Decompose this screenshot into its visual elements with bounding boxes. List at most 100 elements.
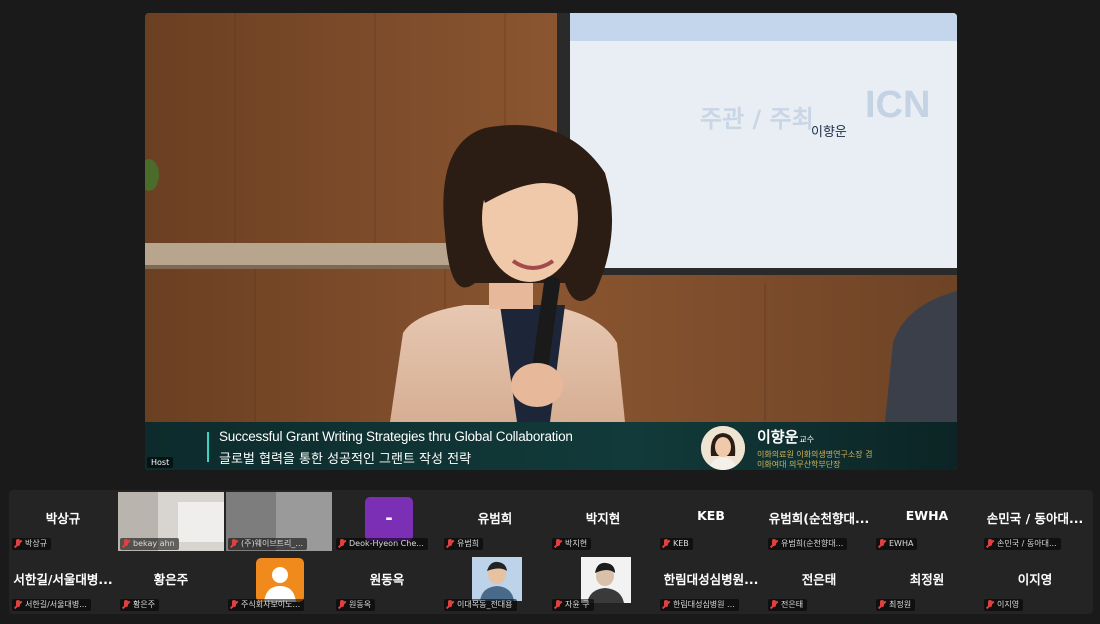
participant-display-name: KEB <box>697 508 725 523</box>
participant-display-name: 서한길/서울대병... <box>13 572 113 587</box>
svg-text:ICN: ICN <box>865 84 930 126</box>
mic-muted-icon <box>554 538 562 549</box>
mic-muted-icon <box>122 538 130 549</box>
participant-tile[interactable]: 최정원 최정원 <box>874 553 980 612</box>
active-speaker-video[interactable]: 주관 / 주최 ICN 이향운 Successful Grant Writing… <box>145 13 957 470</box>
participant-label-text: 주식회사보이노... <box>241 600 301 609</box>
mic-muted-icon <box>14 599 22 610</box>
mic-muted-icon <box>230 599 238 610</box>
participant-label-text: 원동옥 <box>349 600 372 609</box>
participant-label-text: 박지현 <box>565 539 588 548</box>
participant-label-text: 손민국 / 동아대... <box>997 539 1057 548</box>
participant-tile-video[interactable]: (주)웨이브트리_... <box>226 492 332 551</box>
participant-display-name: 한림대성심병원... <box>663 572 759 587</box>
mic-muted-icon <box>662 599 670 610</box>
participant-avatar-purple: - <box>365 497 413 541</box>
participant-name-label: 유범희(순천향대... <box>768 538 848 550</box>
participant-tile-video[interactable]: bekay ahn <box>118 492 224 551</box>
participant-name-label: 손민국 / 동아대... <box>984 538 1061 550</box>
participant-display-name: 전은태 <box>801 572 837 587</box>
mic-muted-icon <box>878 599 886 610</box>
participant-name-label: 주식회사보이노... <box>228 599 305 611</box>
participant-tile[interactable]: 황은주 황은주 <box>118 553 224 612</box>
participant-gallery: 박상규 박상규 bekay ahn (주)웨이브트리_... - Deok-Hy… <box>9 490 1093 614</box>
mic-muted-icon <box>338 538 346 549</box>
participant-name-label: 박지현 <box>552 538 592 550</box>
speaker-affiliation-2: 이화여대 의무산학부단장 <box>757 460 841 469</box>
host-label: Host <box>147 457 174 468</box>
participant-tile[interactable]: KEB KEB <box>658 492 764 551</box>
participant-display-name: EWHA <box>905 508 949 523</box>
participant-name-label: 황은주 <box>120 599 160 611</box>
mic-muted-icon <box>230 538 238 549</box>
participant-label-text: KEB <box>673 539 689 548</box>
svg-text:주관 / 주최: 주관 / 주최 <box>700 105 814 133</box>
participant-name-label: 원동옥 <box>336 599 376 611</box>
participant-name-label: 유범희 <box>444 538 484 550</box>
participant-tile[interactable]: 이지영 이지영 <box>982 553 1088 612</box>
participant-tile[interactable]: 손민국 / 동아대... 손민국 / 동아대... <box>982 492 1088 551</box>
participant-name-label: 최정원 <box>876 599 916 611</box>
participant-tile[interactable]: 주식회사보이노... <box>226 553 332 612</box>
mic-muted-icon <box>554 599 562 610</box>
participant-label-text: 최정원 <box>889 600 912 609</box>
participant-tile[interactable]: 한림대성심병원... 한림대성심병원 ... <box>658 553 764 612</box>
participant-tile[interactable]: 전은태 전은태 <box>766 553 872 612</box>
default-user-avatar-icon <box>256 558 304 602</box>
participant-name-label: 이지영 <box>984 599 1024 611</box>
mic-muted-icon <box>122 599 130 610</box>
participant-display-name: 손민국 / 동아대... <box>986 511 1084 526</box>
participant-name-label: 서한길/서울대병... <box>12 599 91 611</box>
participant-label-text: 유범희 <box>457 539 480 548</box>
participant-name-label: EWHA <box>876 538 918 550</box>
speaker-portrait <box>701 426 745 470</box>
session-title-korean: 글로벌 협력을 통한 성공적인 그랜트 작성 전략 <box>219 452 472 467</box>
mic-muted-icon <box>446 538 454 549</box>
participant-label-text: 유범희(순천향대... <box>781 539 844 548</box>
speaker-name: 이향운교수 <box>757 426 814 447</box>
participant-name-label: Deok-Hyeon Che... <box>336 538 428 550</box>
participant-tile[interactable]: EWHA EWHA <box>874 492 980 551</box>
participant-tile[interactable]: 유범희(순천향대... 유범희(순천향대... <box>766 492 872 551</box>
participant-tile[interactable]: 원동옥 원동옥 <box>334 553 440 612</box>
participant-display-name: 이지영 <box>1017 572 1053 587</box>
participant-name-label: 자윤 구 <box>552 599 594 611</box>
participant-profile-photo <box>472 557 522 601</box>
participant-tile[interactable]: 자윤 구 <box>550 553 656 612</box>
participant-tile[interactable]: 박지현 박지현 <box>550 492 656 551</box>
participant-tile[interactable]: 서한길/서울대병... 서한길/서울대병... <box>10 553 116 612</box>
mic-muted-icon <box>878 538 886 549</box>
mic-muted-icon <box>770 538 778 549</box>
participant-tile[interactable]: - Deok-Hyeon Che... <box>334 492 440 551</box>
caption-accent-bar <box>207 432 209 462</box>
participant-name-label: bekay ahn <box>120 538 179 550</box>
participant-name-label: 박상규 <box>12 538 52 550</box>
speaker-title-suffix: 교수 <box>799 435 815 444</box>
participant-tile[interactable]: 유범희 유범희 <box>442 492 548 551</box>
session-title-english: Successful Grant Writing Strategies thru… <box>219 429 573 444</box>
mic-muted-icon <box>986 538 994 549</box>
mic-muted-icon <box>338 599 346 610</box>
mic-muted-icon <box>770 599 778 610</box>
participant-name-label: (주)웨이브트리_... <box>228 538 308 550</box>
speaker-video-frame: 주관 / 주최 ICN <box>145 13 957 470</box>
mic-muted-icon <box>14 538 22 549</box>
participant-label-text: 서한길/서울대병... <box>25 600 87 609</box>
participant-display-name: 박상규 <box>45 511 81 526</box>
participant-label-text: 박상규 <box>25 539 48 548</box>
participant-label-text: bekay ahn <box>133 539 175 548</box>
participant-profile-photo <box>581 557 631 603</box>
participant-tile[interactable]: 이대목동_전대용 <box>442 553 548 612</box>
slide-text: 이향운 <box>811 125 847 140</box>
participant-display-name: 최정원 <box>909 572 945 587</box>
mic-muted-icon <box>662 538 670 549</box>
mic-muted-icon <box>986 599 994 610</box>
participant-label-text: Deok-Hyeon Che... <box>349 539 424 548</box>
participant-tile[interactable]: 박상규 박상규 <box>10 492 116 551</box>
participant-label-text: 한림대성심병원 ... <box>673 600 735 609</box>
participant-name-label: KEB <box>660 538 693 550</box>
participant-label-text: EWHA <box>889 539 914 548</box>
participant-display-name: 원동옥 <box>369 572 405 587</box>
participant-display-name: 박지현 <box>585 511 621 526</box>
participant-label-text: (주)웨이브트리_... <box>241 539 304 548</box>
